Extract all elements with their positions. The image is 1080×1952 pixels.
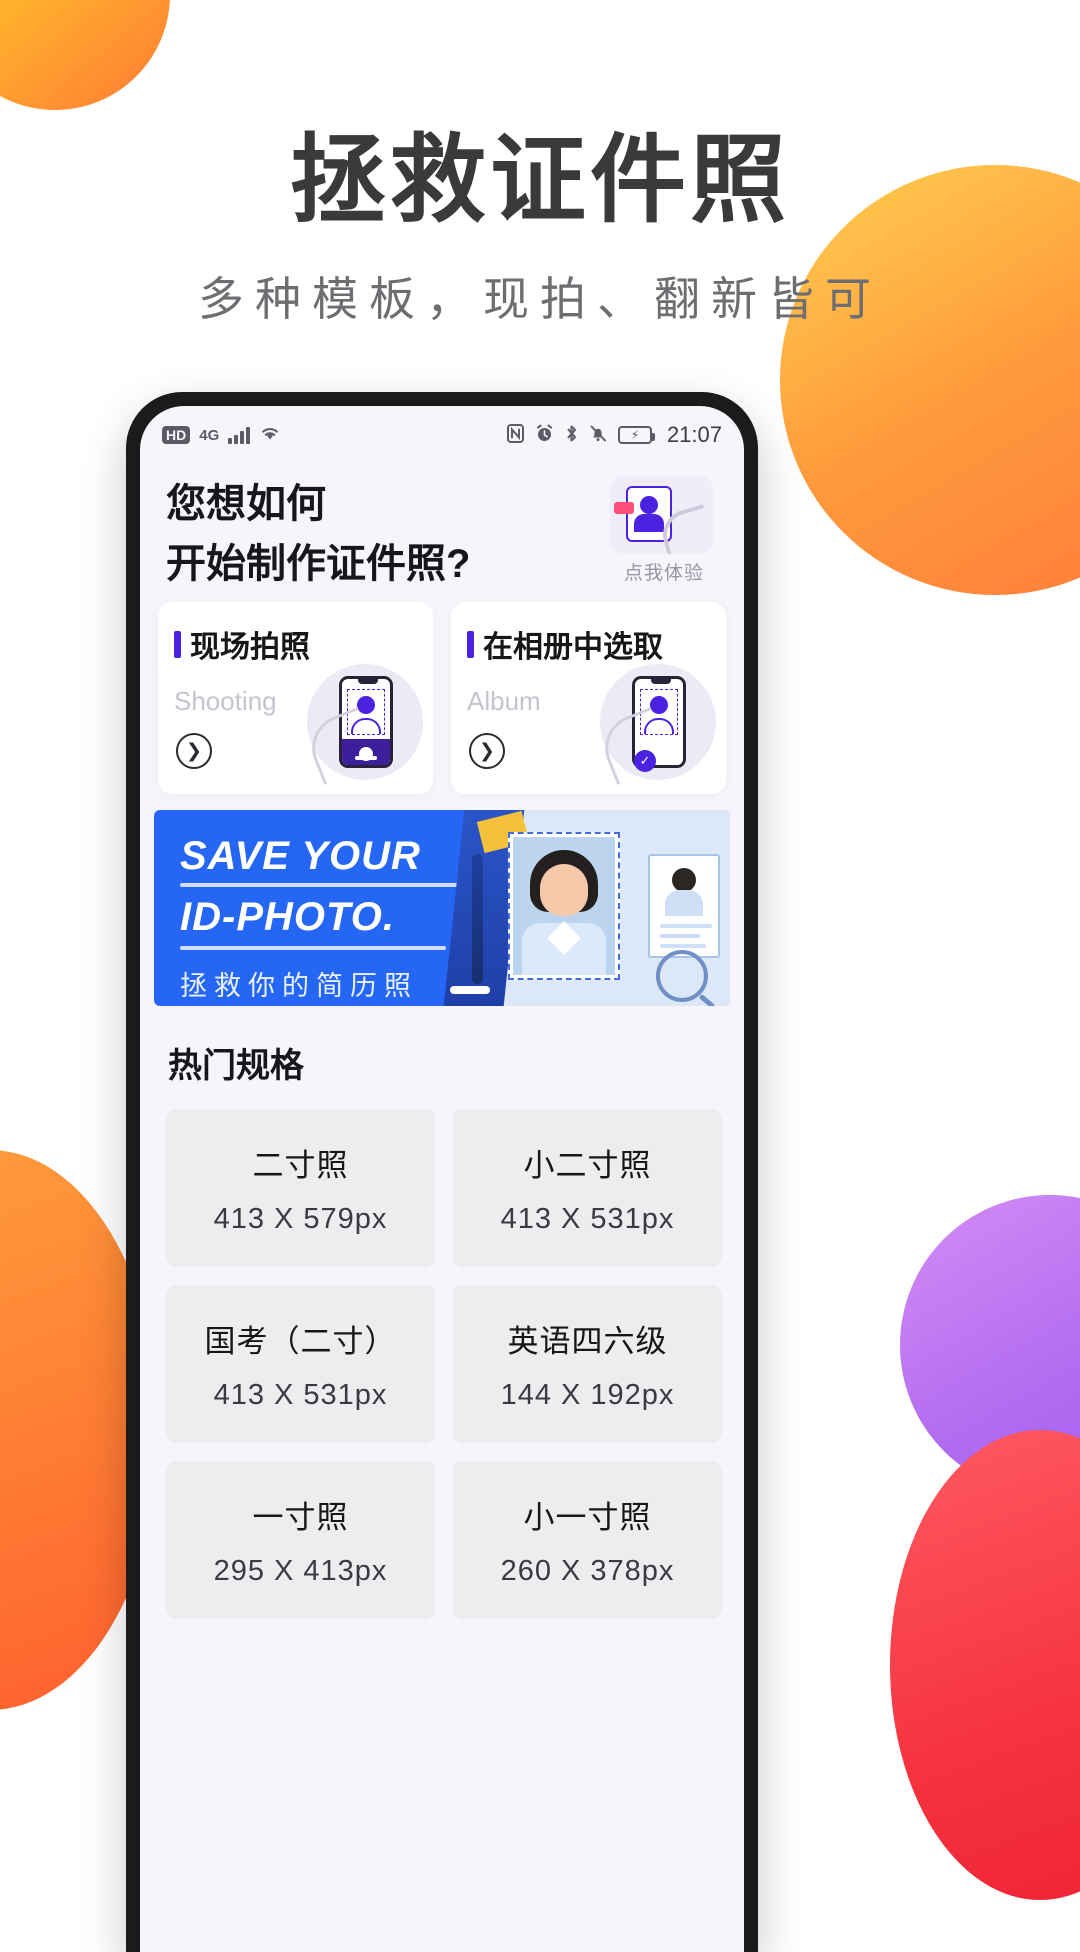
accent-bar-icon bbox=[467, 630, 474, 658]
status-bar-right: ⚡ 21:07 bbox=[506, 422, 722, 448]
spec-size: 413 X 531px bbox=[500, 1203, 675, 1235]
app-header: 您想如何 开始制作证件照? 点我体验 bbox=[140, 464, 744, 594]
spec-name: 国考（二寸） bbox=[204, 1324, 397, 1359]
phone-screen: HD 4G ⚡ 21:07 您想如何 开始制作证件照? 点我体验 现场拍照 Sh… bbox=[140, 406, 744, 1952]
hd-badge-icon: HD bbox=[162, 426, 191, 444]
option-card-album[interactable]: 在相册中选取 Album ❯ ✓ bbox=[451, 602, 726, 794]
battery-bolt-glyph: ⚡ bbox=[630, 428, 640, 442]
bluetooth-icon bbox=[565, 424, 578, 447]
battery-charging-icon: ⚡ bbox=[617, 426, 655, 444]
spec-size: 413 X 531px bbox=[213, 1379, 388, 1411]
spec-tile[interactable]: 小一寸照 260 X 378px bbox=[453, 1461, 722, 1619]
banner-rule-2 bbox=[180, 945, 446, 950]
accent-bar-icon bbox=[174, 630, 181, 658]
banner-copy: SAVE YOUR ID-PHOTO. 拯救你的简历照 bbox=[154, 810, 484, 1006]
mute-bell-icon bbox=[589, 424, 607, 447]
experience-widget[interactable]: 点我体验 bbox=[610, 476, 718, 585]
app-heading: 您想如何 开始制作证件照? bbox=[166, 482, 471, 586]
decorative-blob-right-red bbox=[890, 1430, 1080, 1900]
spec-size: 413 X 579px bbox=[213, 1203, 388, 1235]
option-cards-row: 现场拍照 Shooting ❯ 在相册中选取 Album ❯ ✓ bbox=[140, 594, 744, 794]
option-title: 在相册中选取 bbox=[483, 631, 663, 664]
spec-name: 小二寸照 bbox=[523, 1148, 652, 1183]
album-select-illustration-icon: ✓ bbox=[594, 664, 716, 786]
option-title-row: 在相册中选取 bbox=[451, 622, 726, 666]
spec-tile[interactable]: 英语四六级 144 X 192px bbox=[453, 1285, 722, 1443]
spec-tile[interactable]: 国考（二寸） 413 X 531px bbox=[166, 1285, 435, 1443]
experience-illustration-icon bbox=[610, 476, 714, 554]
chevron-right-circle-icon[interactable]: ❯ bbox=[176, 733, 212, 769]
banner-line-1: SAVE YOUR bbox=[180, 834, 421, 878]
experience-label: 点我体验 bbox=[623, 563, 704, 584]
nfc-icon bbox=[506, 423, 524, 447]
signal-bars-icon bbox=[228, 426, 251, 444]
banner-line-2: ID-PHOTO. bbox=[180, 894, 395, 939]
camera-shooting-illustration-icon bbox=[301, 664, 423, 786]
spec-tile[interactable]: 二寸照 413 X 579px bbox=[166, 1109, 435, 1267]
page-subtitle: 多种模板，现拍、翻新皆可 bbox=[198, 273, 882, 325]
spec-size: 260 X 378px bbox=[500, 1555, 675, 1587]
status-bar-clock: 21:07 bbox=[666, 422, 722, 447]
status-bar: HD 4G ⚡ 21:07 bbox=[140, 406, 744, 464]
chevron-right-circle-icon[interactable]: ❯ bbox=[469, 733, 505, 769]
carousel-indicator[interactable] bbox=[450, 986, 490, 994]
banner-illustration-icon bbox=[443, 810, 730, 1006]
banner-rule-1 bbox=[180, 882, 458, 887]
spec-name: 英语四六级 bbox=[507, 1324, 668, 1359]
spec-name: 小一寸照 bbox=[523, 1500, 652, 1535]
network-type-label: 4G bbox=[199, 426, 220, 444]
option-title-row: 现场拍照 bbox=[158, 622, 433, 666]
spec-tile[interactable]: 小二寸照 413 X 531px bbox=[453, 1109, 722, 1267]
option-card-shooting[interactable]: 现场拍照 Shooting ❯ bbox=[158, 602, 433, 794]
spec-size: 144 X 192px bbox=[500, 1379, 675, 1411]
spec-grid: 二寸照 413 X 579px 小二寸照 413 X 531px 国考（二寸） … bbox=[140, 1087, 744, 1619]
status-bar-left: HD 4G bbox=[162, 424, 281, 446]
spec-size: 295 X 413px bbox=[213, 1555, 388, 1587]
spec-name: 二寸照 bbox=[252, 1148, 349, 1183]
spec-name: 一寸照 bbox=[252, 1500, 349, 1535]
banner-chinese-tagline: 拯救你的简历照 bbox=[180, 970, 418, 1001]
wifi-icon bbox=[259, 424, 281, 446]
page-title: 拯救证件照 bbox=[290, 127, 790, 234]
option-title: 现场拍照 bbox=[190, 631, 310, 664]
promo-banner[interactable]: SAVE YOUR ID-PHOTO. 拯救你的简历照 bbox=[154, 810, 730, 1006]
spec-tile[interactable]: 一寸照 295 X 413px bbox=[166, 1461, 435, 1619]
phone-mockup-frame: HD 4G ⚡ 21:07 您想如何 开始制作证件照? 点我体验 现场拍照 Sh… bbox=[126, 392, 758, 1952]
alarm-icon bbox=[535, 424, 554, 447]
specs-section-title: 热门规格 bbox=[168, 1047, 304, 1085]
hero-section: 拯救证件照 多种模板，现拍、翻新皆可 bbox=[0, 0, 1080, 329]
